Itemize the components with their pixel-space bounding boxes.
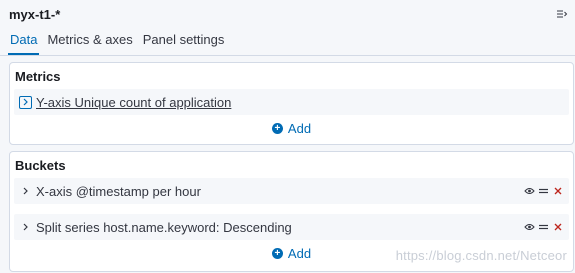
metrics-panel-title: Metrics	[15, 69, 61, 84]
tab-metrics-axes[interactable]: Metrics & axes	[45, 32, 134, 55]
chevron-right-icon	[23, 223, 28, 231]
add-metric-button[interactable]: + Add	[10, 115, 573, 141]
cross-icon	[554, 223, 561, 231]
bucket-agg-row[interactable]: Split series host.name.keyword: Descendi…	[14, 214, 569, 240]
eye-icon	[524, 224, 535, 230]
expand-toggle-button[interactable]	[19, 185, 32, 198]
expand-toggle-button[interactable]	[19, 221, 32, 234]
chevron-right-icon	[23, 187, 28, 195]
cross-icon	[554, 187, 561, 195]
grab-icon	[539, 224, 548, 230]
buckets-panel-title: Buckets	[15, 158, 66, 173]
toggle-visibility-button[interactable]	[524, 186, 535, 197]
eye-icon	[524, 188, 535, 194]
expand-toggle-button[interactable]	[19, 95, 32, 109]
bucket-row-actions	[524, 178, 563, 204]
bucket-agg-label: Split series host.name.keyword: Descendi…	[36, 219, 292, 235]
collapse-icon	[557, 10, 568, 18]
plus-in-circle-icon: +	[271, 247, 283, 259]
grab-icon	[539, 188, 548, 194]
remove-button[interactable]	[552, 222, 563, 233]
collapse-sidebar-button[interactable]	[555, 7, 569, 21]
visualization-editor-sidebar: myx-t1-* Data Metrics & axes Panel setti…	[0, 0, 575, 273]
sidebar-header: myx-t1-*	[0, 0, 575, 28]
watermark-text: https://blog.csdn.net/Netceor	[395, 248, 567, 263]
add-metric-label: Add	[287, 120, 312, 136]
metric-agg-label[interactable]: Y-axis Unique count of application	[36, 95, 231, 110]
bucket-agg-row[interactable]: X-axis @timestamp per hour	[14, 178, 569, 204]
plus-in-circle-icon: +	[271, 122, 283, 134]
bucket-agg-label: X-axis @timestamp per hour	[36, 183, 201, 199]
toggle-visibility-button[interactable]	[524, 222, 535, 233]
tab-data[interactable]: Data	[8, 32, 40, 55]
drag-handle[interactable]	[538, 186, 549, 197]
add-bucket-label: Add	[287, 245, 312, 261]
metrics-panel: Metrics Y-axis Unique count of applicati…	[9, 62, 574, 145]
remove-button[interactable]	[552, 186, 563, 197]
drag-handle[interactable]	[538, 222, 549, 233]
metric-agg-row[interactable]: Y-axis Unique count of application	[14, 89, 569, 115]
chevron-right-icon	[23, 98, 28, 106]
index-pattern-title: myx-t1-*	[9, 6, 61, 22]
bucket-row-actions	[524, 214, 563, 240]
tab-panel-settings[interactable]: Panel settings	[141, 32, 227, 55]
editor-tabs: Data Metrics & axes Panel settings	[0, 28, 575, 56]
